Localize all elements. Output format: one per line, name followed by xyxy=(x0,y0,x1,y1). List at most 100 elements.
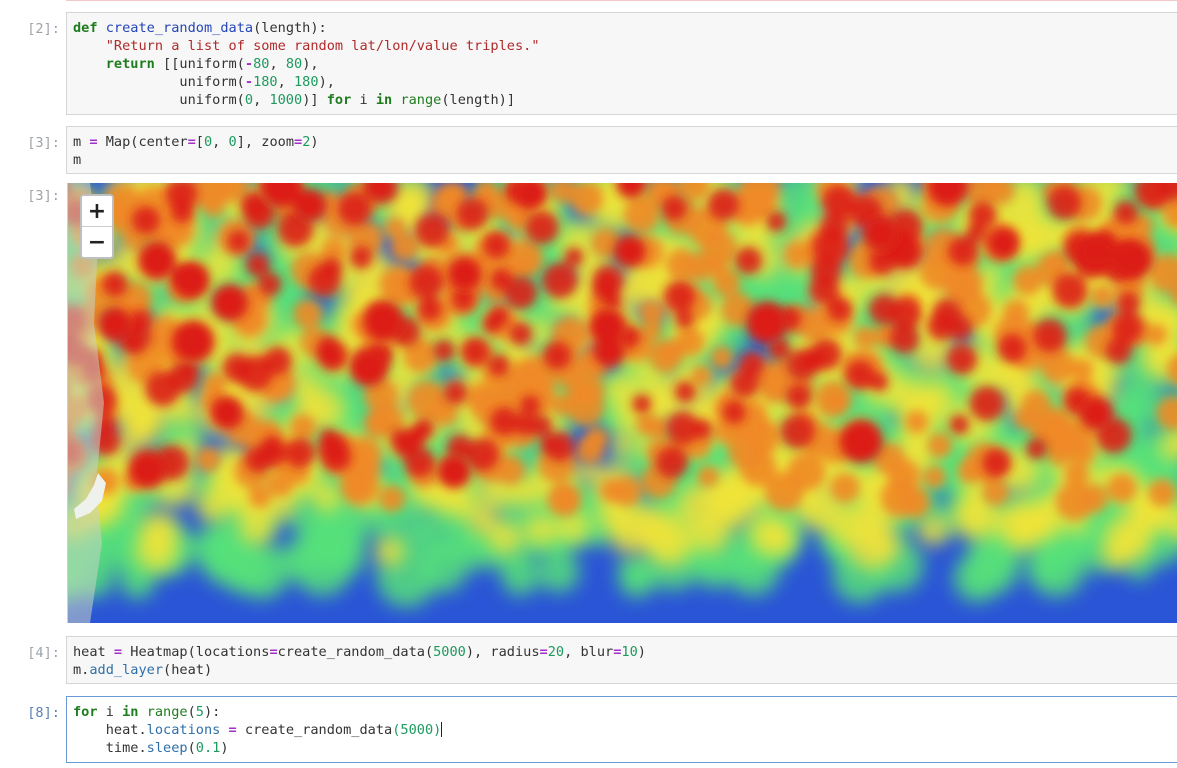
heat-spot xyxy=(1114,200,1138,225)
code-text[interactable]: heat = Heatmap(locations=create_random_d… xyxy=(67,637,1177,679)
heat-spot xyxy=(766,211,787,232)
code-token: uniform( xyxy=(73,74,245,90)
code-token: heat. xyxy=(73,722,147,738)
code-token: )] xyxy=(302,92,327,108)
heat-spot xyxy=(871,533,901,562)
heatmap-layer[interactable] xyxy=(68,183,1177,623)
zoom-out-button[interactable]: − xyxy=(82,226,112,257)
heat-spot xyxy=(1104,513,1153,562)
heat-spot xyxy=(730,369,760,399)
heat-spot xyxy=(927,433,953,458)
heat-spot xyxy=(666,411,700,445)
heat-spot xyxy=(613,234,646,268)
code-token: def xyxy=(73,20,98,36)
heat-spot xyxy=(512,255,536,278)
heat-spot xyxy=(710,346,734,369)
code-token: ) xyxy=(220,740,229,756)
heat-spot xyxy=(308,264,341,297)
heat-spot xyxy=(1040,348,1076,383)
code-token: , xyxy=(277,74,294,90)
code-token: 0 xyxy=(203,134,213,150)
heat-spot xyxy=(905,410,929,434)
heat-spot xyxy=(830,473,860,503)
code-token: = xyxy=(269,644,278,660)
heat-spot xyxy=(593,334,626,367)
code-line: def create_random_data(length): xyxy=(73,20,327,36)
heat-spot xyxy=(389,427,415,453)
code-input[interactable]: m = Map(center=[0, 0], zoom=2) m xyxy=(66,126,1177,174)
heat-spot xyxy=(784,241,812,269)
code-token: add_layer xyxy=(89,662,164,678)
heat-spot xyxy=(639,300,665,326)
code-input-active[interactable]: for i in range(5): heat.locations = crea… xyxy=(66,696,1177,763)
heat-spot xyxy=(845,360,875,390)
code-token: (5000) xyxy=(392,722,442,738)
heat-spot xyxy=(1070,358,1094,382)
code-token: = xyxy=(539,644,548,660)
heat-spot xyxy=(707,188,740,221)
code-token: time. xyxy=(73,740,147,756)
heat-spot xyxy=(171,320,215,364)
heat-spot xyxy=(786,384,812,410)
heat-spot xyxy=(633,503,660,531)
zoom-in-button[interactable]: + xyxy=(82,196,112,226)
code-token: = xyxy=(228,722,237,738)
code-line: "Return a list of some random lat/lon/va… xyxy=(73,38,540,54)
code-text[interactable]: def create_random_data(length): "Return … xyxy=(67,13,1177,109)
heat-spot xyxy=(378,485,406,512)
heat-spot xyxy=(722,400,746,424)
heat-spot xyxy=(713,269,741,297)
heat-spot xyxy=(575,435,604,464)
heat-spot xyxy=(1033,318,1067,353)
heat-spot xyxy=(998,502,1046,550)
heat-spot xyxy=(227,230,250,253)
cell-prompt: [4]: xyxy=(27,645,60,661)
code-token: 0.1 xyxy=(195,740,221,756)
code-text[interactable]: for i in range(5): heat.locations = crea… xyxy=(67,697,1177,757)
code-token: uniform( xyxy=(73,92,245,108)
heat-spot xyxy=(349,245,373,269)
heat-spot xyxy=(1107,473,1137,503)
code-token: for xyxy=(73,704,98,720)
code-token: (heat) xyxy=(163,662,213,678)
code-token: 5 xyxy=(195,704,204,720)
heat-spot xyxy=(501,558,539,596)
heat-spot xyxy=(564,247,584,267)
heat-spot xyxy=(436,453,472,489)
heat-spot xyxy=(97,307,132,342)
heat-spot xyxy=(239,509,275,545)
heat-spot xyxy=(953,554,1001,602)
code-input[interactable]: heat = Heatmap(locations=create_random_d… xyxy=(66,636,1177,684)
code-text[interactable]: m = Map(center=[0, 0], zoom=2) m xyxy=(67,127,1177,169)
code-token: sleep xyxy=(146,740,188,756)
heat-spot xyxy=(211,284,249,322)
heat-spot xyxy=(1079,396,1114,431)
code-line: uniform(-180, 180), xyxy=(73,74,335,90)
heat-spot xyxy=(1026,438,1048,460)
heat-spot xyxy=(685,253,714,282)
heat-spot xyxy=(1111,239,1153,280)
code-token: locations xyxy=(146,722,221,738)
heat-spot xyxy=(525,513,557,546)
heat-spot xyxy=(482,231,510,259)
code-token: = xyxy=(113,644,123,660)
heat-spot xyxy=(172,262,210,299)
heat-spot xyxy=(1105,337,1132,364)
heatmap-widget[interactable]: + − xyxy=(67,183,1177,623)
heat-spot xyxy=(991,227,1020,256)
heat-spot xyxy=(809,274,840,305)
heat-spot xyxy=(1148,478,1177,507)
code-token: m xyxy=(73,134,90,150)
heat-spot xyxy=(946,344,978,375)
heat-spot xyxy=(1013,266,1043,296)
heat-spot xyxy=(656,446,688,479)
heat-spot xyxy=(982,448,1012,478)
code-input[interactable]: def create_random_data(length): "Return … xyxy=(66,12,1177,115)
heat-spot xyxy=(102,271,128,297)
code-token: = xyxy=(89,134,98,150)
code-token: i xyxy=(97,704,123,720)
code-token: m xyxy=(73,152,82,168)
code-token: = xyxy=(187,134,196,150)
heat-spot xyxy=(1046,421,1080,456)
